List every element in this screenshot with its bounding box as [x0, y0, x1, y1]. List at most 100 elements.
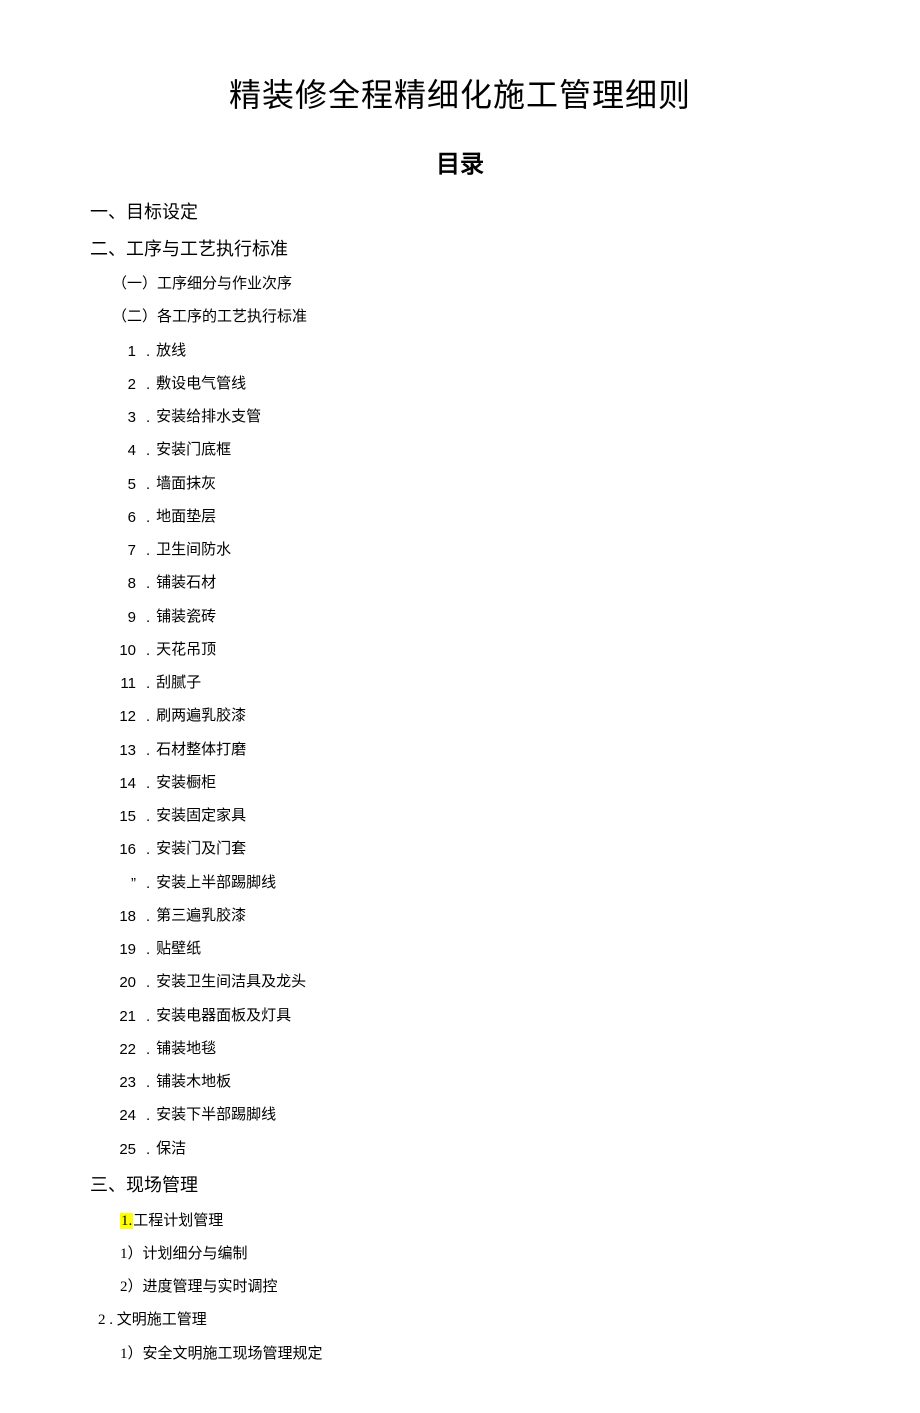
- toc-item-number: 18: [112, 902, 136, 931]
- toc-item: 11.刮腻子: [112, 669, 830, 698]
- toc-item: 20.安装卫生间洁具及龙头: [112, 968, 830, 997]
- toc-item: 3.安装给排水支管: [112, 403, 830, 432]
- toc-item: 8.铺装石材: [112, 569, 830, 598]
- toc-item: 9.铺装瓷砖: [112, 603, 830, 632]
- toc-item: 14.安装橱柜: [112, 769, 830, 798]
- toc-item-number: 7: [112, 536, 136, 565]
- toc-item-text: 铺装地毯: [156, 1035, 216, 1064]
- toc-item-dot: .: [146, 636, 150, 665]
- toc-item: 4.安装门底框: [112, 436, 830, 465]
- toc-item-text: 刷两遍乳胶漆: [156, 702, 246, 731]
- toc-item-dot: .: [146, 403, 150, 432]
- document-page: 精装修全程精细化施工管理细则 目录 一、目标设定 二、工序与工艺执行标准 （一）…: [0, 0, 920, 1413]
- doc-subtitle: 目录: [90, 144, 830, 179]
- toc-item-text: 安装橱柜: [156, 769, 216, 798]
- toc-item: 23.铺装木地板: [112, 1068, 830, 1097]
- toc-item-text: 地面垫层: [156, 503, 216, 532]
- toc-item-number: 10: [112, 636, 136, 665]
- section-3-2: 2 . 文明施工管理: [98, 1306, 830, 1335]
- toc-item-dot: .: [146, 769, 150, 798]
- toc-item: 10.天花吊顶: [112, 636, 830, 665]
- toc-item: 16.安装门及门套: [112, 835, 830, 864]
- toc-item-number: 9: [112, 603, 136, 632]
- toc-item-dot: .: [146, 669, 150, 698]
- toc-item-text: 天花吊顶: [156, 636, 216, 665]
- toc-item-text: 安装门及门套: [156, 835, 246, 864]
- toc-item: 24.安装下半部踢脚线: [112, 1101, 830, 1130]
- toc-item-dot: .: [146, 536, 150, 565]
- section-3-2-1: 1）安全文明施工现场管理规定: [120, 1340, 830, 1369]
- toc-item-number: ”: [112, 869, 136, 898]
- toc-item-dot: .: [146, 835, 150, 864]
- toc-item-number: 2: [112, 370, 136, 399]
- toc-item-number: 8: [112, 569, 136, 598]
- doc-title: 精装修全程精细化施工管理细则: [90, 70, 830, 116]
- toc-item: 7.卫生间防水: [112, 536, 830, 565]
- toc-item: 12.刷两遍乳胶漆: [112, 702, 830, 731]
- toc-item-text: 刮腻子: [156, 669, 201, 698]
- toc-item-text: 安装给排水支管: [156, 403, 261, 432]
- toc-item-dot: .: [146, 869, 150, 898]
- toc-item-number: 20: [112, 968, 136, 997]
- toc-item: 6.地面垫层: [112, 503, 830, 532]
- toc-item-dot: .: [146, 1135, 150, 1164]
- section-2-2: （二）各工序的工艺执行标准: [112, 303, 830, 332]
- toc-item-number: 14: [112, 769, 136, 798]
- toc-item-dot: .: [146, 802, 150, 831]
- toc-item-text: 墙面抹灰: [156, 470, 216, 499]
- toc-item-number: 25: [112, 1135, 136, 1164]
- toc-item: 13.石材整体打磨: [112, 736, 830, 765]
- section-3-1-2: 2）进度管理与实时调控: [120, 1273, 830, 1302]
- toc-item-dot: .: [146, 470, 150, 499]
- toc-item-text: 安装下半部踢脚线: [156, 1101, 276, 1130]
- toc-item-text: 铺装木地板: [156, 1068, 231, 1097]
- toc-item: 21.安装电器面板及灯具: [112, 1002, 830, 1031]
- toc-item-text: 贴壁纸: [156, 935, 201, 964]
- toc-item-text: 铺装瓷砖: [156, 603, 216, 632]
- toc-item-text: 安装门底框: [156, 436, 231, 465]
- toc-item-text: 安装卫生间洁具及龙头: [156, 968, 306, 997]
- toc-item-text: 安装电器面板及灯具: [156, 1002, 291, 1031]
- toc-item-text: 第三遍乳胶漆: [156, 902, 246, 931]
- toc-item-dot: .: [146, 603, 150, 632]
- toc-item-number: 13: [112, 736, 136, 765]
- toc-item-number: 1: [112, 337, 136, 366]
- toc-item-dot: .: [146, 370, 150, 399]
- toc-item: 19.贴壁纸: [112, 935, 830, 964]
- toc-item-dot: .: [146, 1035, 150, 1064]
- toc-item-number: 11: [112, 669, 136, 698]
- toc-item: 22.铺装地毯: [112, 1035, 830, 1064]
- toc-item: 25.保洁: [112, 1135, 830, 1164]
- toc-item: 18.第三遍乳胶漆: [112, 902, 830, 931]
- toc-item: 5.墙面抹灰: [112, 470, 830, 499]
- toc-item-number: 4: [112, 436, 136, 465]
- section-3-1: 1.工程计划管理: [120, 1207, 830, 1236]
- toc-item-dot: .: [146, 1002, 150, 1031]
- toc-item-number: 22: [112, 1035, 136, 1064]
- toc-item-number: 21: [112, 1002, 136, 1031]
- toc-item-dot: .: [146, 968, 150, 997]
- toc-item-dot: .: [146, 1101, 150, 1130]
- toc-item-number: 23: [112, 1068, 136, 1097]
- section-2-1: （一）工序细分与作业次序: [112, 270, 830, 299]
- toc-item-dot: .: [146, 436, 150, 465]
- toc-item-dot: .: [146, 503, 150, 532]
- toc-item-text: 安装固定家具: [156, 802, 246, 831]
- section-3-1-1: 1）计划细分与编制: [120, 1240, 830, 1269]
- section-3: 三、现场管理: [90, 1170, 830, 1201]
- toc-item-text: 敷设电气管线: [156, 370, 246, 399]
- toc-item-number: 19: [112, 935, 136, 964]
- toc-item-number: 16: [112, 835, 136, 864]
- toc-item-dot: .: [146, 935, 150, 964]
- toc-item-number: 3: [112, 403, 136, 432]
- section-1: 一、目标设定: [90, 197, 830, 228]
- toc-item-dot: .: [146, 569, 150, 598]
- toc-item-number: 5: [112, 470, 136, 499]
- section-2: 二、工序与工艺执行标准: [90, 234, 830, 265]
- toc-item-number: 12: [112, 702, 136, 731]
- section-3-1-text: 工程计划管理: [133, 1213, 223, 1229]
- toc-item-dot: .: [146, 1068, 150, 1097]
- toc-item-dot: .: [146, 902, 150, 931]
- toc-item-text: 铺装石材: [156, 569, 216, 598]
- toc-items: 1.放线2.敷设电气管线3.安装给排水支管4.安装门底框5.墙面抹灰6.地面垫层…: [90, 337, 830, 1164]
